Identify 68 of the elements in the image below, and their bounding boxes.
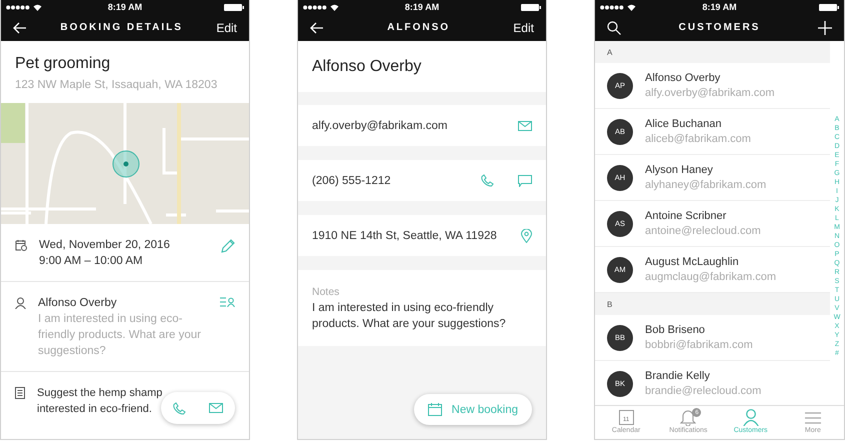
customer-name: Alyson Haney [645,164,714,176]
phone-icon[interactable] [172,402,186,414]
person-icon [742,409,759,426]
customer-email: augmclaug@fabrikam.com [645,271,776,283]
new-booking-button[interactable]: New booking [414,394,532,425]
bell-icon [680,409,696,426]
calendar-clock-icon [15,239,27,251]
search-icon[interactable] [607,20,621,34]
screen-title: ALFONSO [387,22,450,33]
section-letter: B [607,300,612,308]
chat-icon[interactable] [518,174,532,186]
contact-value: 1910 NE 14th St, Seattle, WA 11928 [312,230,498,242]
back-arrow-icon[interactable] [310,22,324,34]
contact-list-icon[interactable] [220,297,235,307]
note-icon [15,387,25,399]
customer-name: Brandie Kelly [645,370,711,382]
status-time: 8:19 AM [404,2,440,12]
status-time: 8:19 AM [701,2,738,12]
service-address: 123 NW Maple St, Issaquah, WA 18203 [15,79,218,91]
customer-name: Antoine Scribner [645,210,728,222]
map-drawing[interactable] [1,103,249,224]
notes-label: Notes [312,285,340,300]
wifi-icon [627,4,636,10]
pencil-icon[interactable] [221,239,235,253]
customer-email: antoine@relecloud.com [645,225,761,237]
location-pin-icon[interactable] [521,228,532,242]
screen-title: BOOKING DETAILS [60,22,183,33]
booking-date: Wed, November 20, 2016 [39,238,171,253]
customer-email: alfy.overby@fabrikam.com [645,87,775,99]
customer-email: brandie@relecloud.com [645,385,762,397]
customer-name: August McLaughlin [645,256,740,268]
person-icon [15,297,26,309]
battery-icon [819,4,839,10]
customer-email: bobbri@fabrikam.com [645,339,753,351]
screen-title: CUSTOMERS [678,22,760,33]
customer-name: Bob Briseno [645,324,706,336]
booking-time: 9:00 AM – 10:00 AM [39,254,144,269]
signal-icon [6,4,30,10]
service-title: Pet grooming [15,55,112,73]
status-time: 8:19 AM [106,2,144,12]
customer-email: alyhaney@fabrikam.com [645,179,766,191]
wifi-icon [330,4,339,10]
calendar-icon [428,403,442,416]
battery-icon [521,4,541,10]
signal-icon [303,4,327,10]
add-icon[interactable] [818,20,832,34]
notes-text: I am interested in using eco-friendly products. What are your suggestions? [312,301,507,332]
customer-message: I am interested in using eco-friendly products. What are your suggestions? [38,312,202,359]
note-text: interested in eco-friend. [37,402,152,417]
customer-name: Alfonso Overby [312,58,422,76]
section-letter: A [607,48,612,56]
customer-name: Alfonso Overby [38,296,118,311]
contact-value: alfy.overby@fabrikam.com [312,120,448,132]
note-text: Suggest the hemp shamp [37,386,162,401]
mail-icon[interactable] [518,120,532,130]
customer-name: Alice Buchanan [645,118,722,130]
back-arrow-icon[interactable] [13,22,27,34]
mail-icon[interactable] [209,403,224,413]
customer-name: Alfonso Overby [645,72,722,84]
battery-icon [224,4,244,10]
signal-icon [600,4,624,10]
edit-button[interactable]: Edit [513,20,534,34]
customer-email: aliceb@fabrikam.com [645,133,751,145]
menu-icon [804,412,821,424]
contact-value: (206) 555-1212 [312,174,392,186]
edit-button[interactable]: Edit [216,20,237,34]
wifi-icon [33,4,42,10]
phone-icon[interactable] [481,174,494,187]
